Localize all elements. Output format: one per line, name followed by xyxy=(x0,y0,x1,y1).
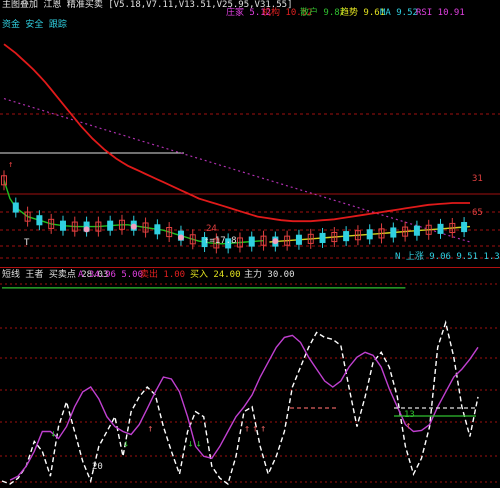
price-header-5: MA 9.52 xyxy=(380,8,418,18)
indicator-header-3: 买入 24.00 xyxy=(190,270,241,280)
signal-arrow: ↑ xyxy=(147,424,153,435)
dotted-purple-line xyxy=(3,98,471,243)
signal-label: ↑=17.8 xyxy=(204,236,237,246)
indicator-chart-canvas[interactable]: ↓↓ ↓ ↓↑ ↑ ↑ ↑ ↑ xyxy=(0,268,500,488)
signal-arrow: ↓ xyxy=(188,438,194,449)
signal-arrow: ↑ xyxy=(405,421,411,432)
candle-body xyxy=(413,225,420,236)
left-mark-2: T xyxy=(24,238,30,248)
stock-chart-window: 主图叠加 江恩 精准买卖 [V5.18,V7.11,V13.51,V25.95,… xyxy=(0,0,500,488)
signal-marker xyxy=(83,226,90,233)
indicator-header-1: A 34.96 5.00 xyxy=(78,270,144,280)
candle-body xyxy=(461,222,468,233)
price-label-2: 65 xyxy=(472,208,483,218)
candle-body xyxy=(390,227,397,238)
candle-body xyxy=(437,223,444,234)
price-header-6: RSI 10.91 xyxy=(416,8,465,18)
indicator-small-label-1: 13 xyxy=(404,410,415,420)
candle-body xyxy=(295,234,302,245)
price-chart-canvas[interactable] xyxy=(0,0,500,268)
signal-arrow: ↓ xyxy=(123,438,129,449)
candle-body xyxy=(107,220,114,231)
bottom-right-info: N 上涨 9.06 9.51 1.36 xyxy=(395,252,500,262)
candle-body xyxy=(12,202,19,213)
signal-arrow: ↓ xyxy=(196,438,202,449)
candle-body xyxy=(343,231,350,242)
signal-arrow: ↑ xyxy=(252,424,258,435)
signal-marker xyxy=(272,238,279,245)
series-ma_long xyxy=(3,43,470,223)
main-price-pane[interactable]: 主图叠加 江恩 精准买卖 [V5.18,V7.11,V13.51,V25.95,… xyxy=(0,0,500,268)
series-osc_white xyxy=(1,319,479,486)
series-osc_magenta xyxy=(9,334,479,481)
signal-arrow: ↓ xyxy=(50,428,56,439)
candle-body xyxy=(59,220,66,231)
price-header-3: 散户 9.87 xyxy=(300,8,346,18)
indicator-small-label-2: 20 xyxy=(92,462,103,472)
indicator-header-2: 卖出 1.00 xyxy=(140,270,186,280)
signal-arrow: ↑ xyxy=(244,424,250,435)
candle-body xyxy=(36,215,43,226)
signal-marker xyxy=(130,223,137,230)
candle-body xyxy=(366,229,373,240)
indicator-header-4: 主力 30.00 xyxy=(244,270,295,280)
price-label-3: 24 xyxy=(206,224,217,234)
candle-body xyxy=(248,236,255,247)
price-header-4: 趋势 9.61 xyxy=(340,8,386,18)
price-label-1: 31 xyxy=(472,174,483,184)
left-mark-1: ↑ xyxy=(8,160,14,170)
candle-body xyxy=(319,232,326,243)
candle-body xyxy=(154,224,161,235)
signal-marker xyxy=(177,234,184,241)
indicator-pane[interactable]: ↓ ↓ ↓ ↓ ↑ ↑ ↑ ↑ ↑ 短线 王者 买卖点 28.03 A 34.96 5.00 卖… xyxy=(0,268,500,488)
signal-arrow: ↑ xyxy=(260,424,266,435)
price-sub-header: 资金 安全 跟踪 xyxy=(2,20,67,30)
